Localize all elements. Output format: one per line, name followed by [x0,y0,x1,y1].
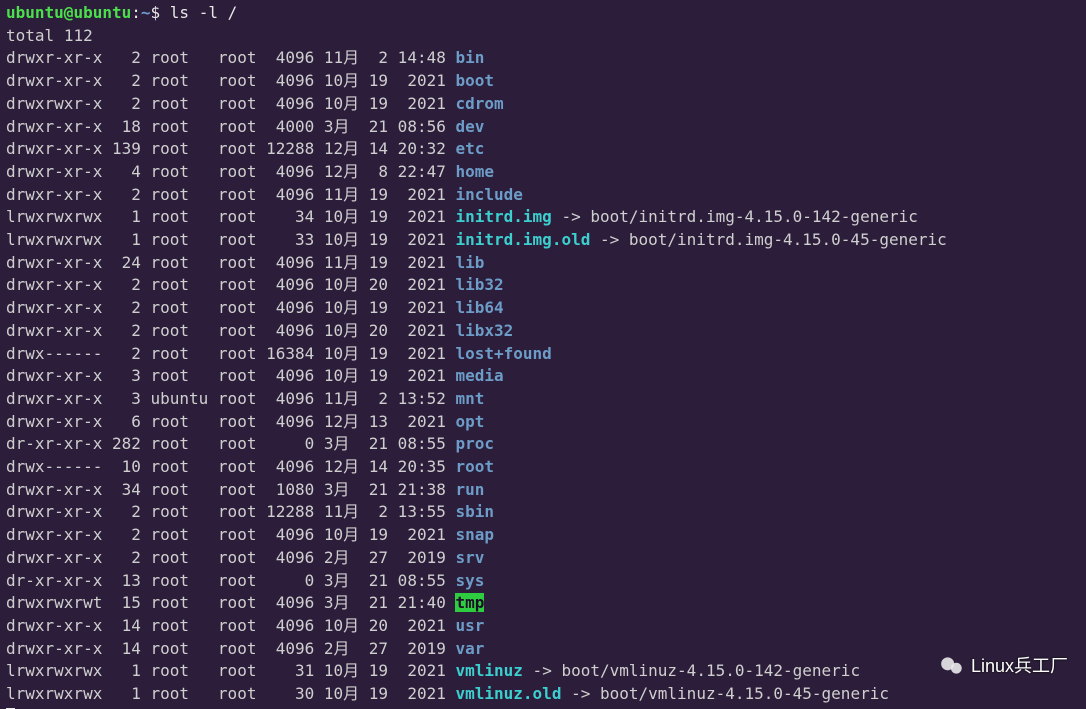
prompt: ubuntu@ubuntu:~$ ls -l / [6,3,237,22]
ls-row: drwxr-xr-x 3 ubuntu root 4096 11月 2 13:5… [6,389,484,408]
ls-row: lrwxrwxrwx 1 root root 34 10月 19 2021 in… [6,207,918,226]
ls-row: drwxr-xr-x 18 root root 4000 3月 21 08:56… [6,117,484,136]
ls-row: drwxr-xr-x 2 root root 4096 10月 19 2021 … [6,525,494,544]
total-line: total 112 [6,26,93,45]
ls-row: drwxr-xr-x 6 root root 4096 12月 13 2021 … [6,412,484,431]
ls-row: drwxrwxr-x 2 root root 4096 10月 19 2021 … [6,94,504,113]
ls-row: drwxr-xr-x 2 root root 4096 11月 19 2021 … [6,185,523,204]
ls-row: drwxr-xr-x 24 root root 4096 11月 19 2021… [6,253,484,272]
ls-row: drwxr-xr-x 2 root root 4096 10月 19 2021 … [6,298,504,317]
ls-row: drwxr-xr-x 4 root root 4096 12月 8 22:47 … [6,162,494,181]
ls-row: drwxrwxrwt 15 root root 4096 3月 21 21:40… [6,593,484,612]
wechat-icon [939,653,965,679]
ls-row: drwxr-xr-x 2 root root 4096 11月 2 14:48 … [6,48,484,67]
ls-row: drwxr-xr-x 34 root root 1080 3月 21 21:38… [6,480,484,499]
ls-row: drwx------ 2 root root 16384 10月 19 2021… [6,344,552,363]
ls-row: drwxr-xr-x 14 root root 4096 2月 27 2019 … [6,639,484,658]
ls-row: lrwxrwxrwx 1 root root 33 10月 19 2021 in… [6,230,947,249]
terminal-output[interactable]: ubuntu@ubuntu:~$ ls -l / total 112 drwxr… [0,0,1086,709]
ls-row: lrwxrwxrwx 1 root root 31 10月 19 2021 vm… [6,661,860,680]
ls-row: drwxr-xr-x 139 root root 12288 12月 14 20… [6,139,484,158]
watermark: Linux兵工厂 [939,653,1068,679]
ls-row: drwxr-xr-x 2 root root 4096 10月 20 2021 … [6,321,513,340]
ls-row: drwxr-xr-x 2 root root 12288 11月 2 13:55… [6,502,494,521]
ls-row: dr-xr-xr-x 282 root root 0 3月 21 08:55 p… [6,434,494,453]
ls-row: drwx------ 10 root root 4096 12月 14 20:3… [6,457,494,476]
ls-row: drwxr-xr-x 14 root root 4096 10月 20 2021… [6,616,484,635]
ls-row: drwxr-xr-x 2 root root 4096 10月 20 2021 … [6,275,504,294]
ls-row: drwxr-xr-x 3 root root 4096 10月 19 2021 … [6,366,504,385]
command-text: ls -l / [170,3,237,22]
ls-row: lrwxrwxrwx 1 root root 30 10月 19 2021 vm… [6,684,889,703]
ls-row: dr-xr-xr-x 13 root root 0 3月 21 08:55 sy… [6,571,484,590]
ls-row: drwxr-xr-x 2 root root 4096 2月 27 2019 s… [6,548,484,567]
ls-row: drwxr-xr-x 2 root root 4096 10月 19 2021 … [6,71,494,90]
